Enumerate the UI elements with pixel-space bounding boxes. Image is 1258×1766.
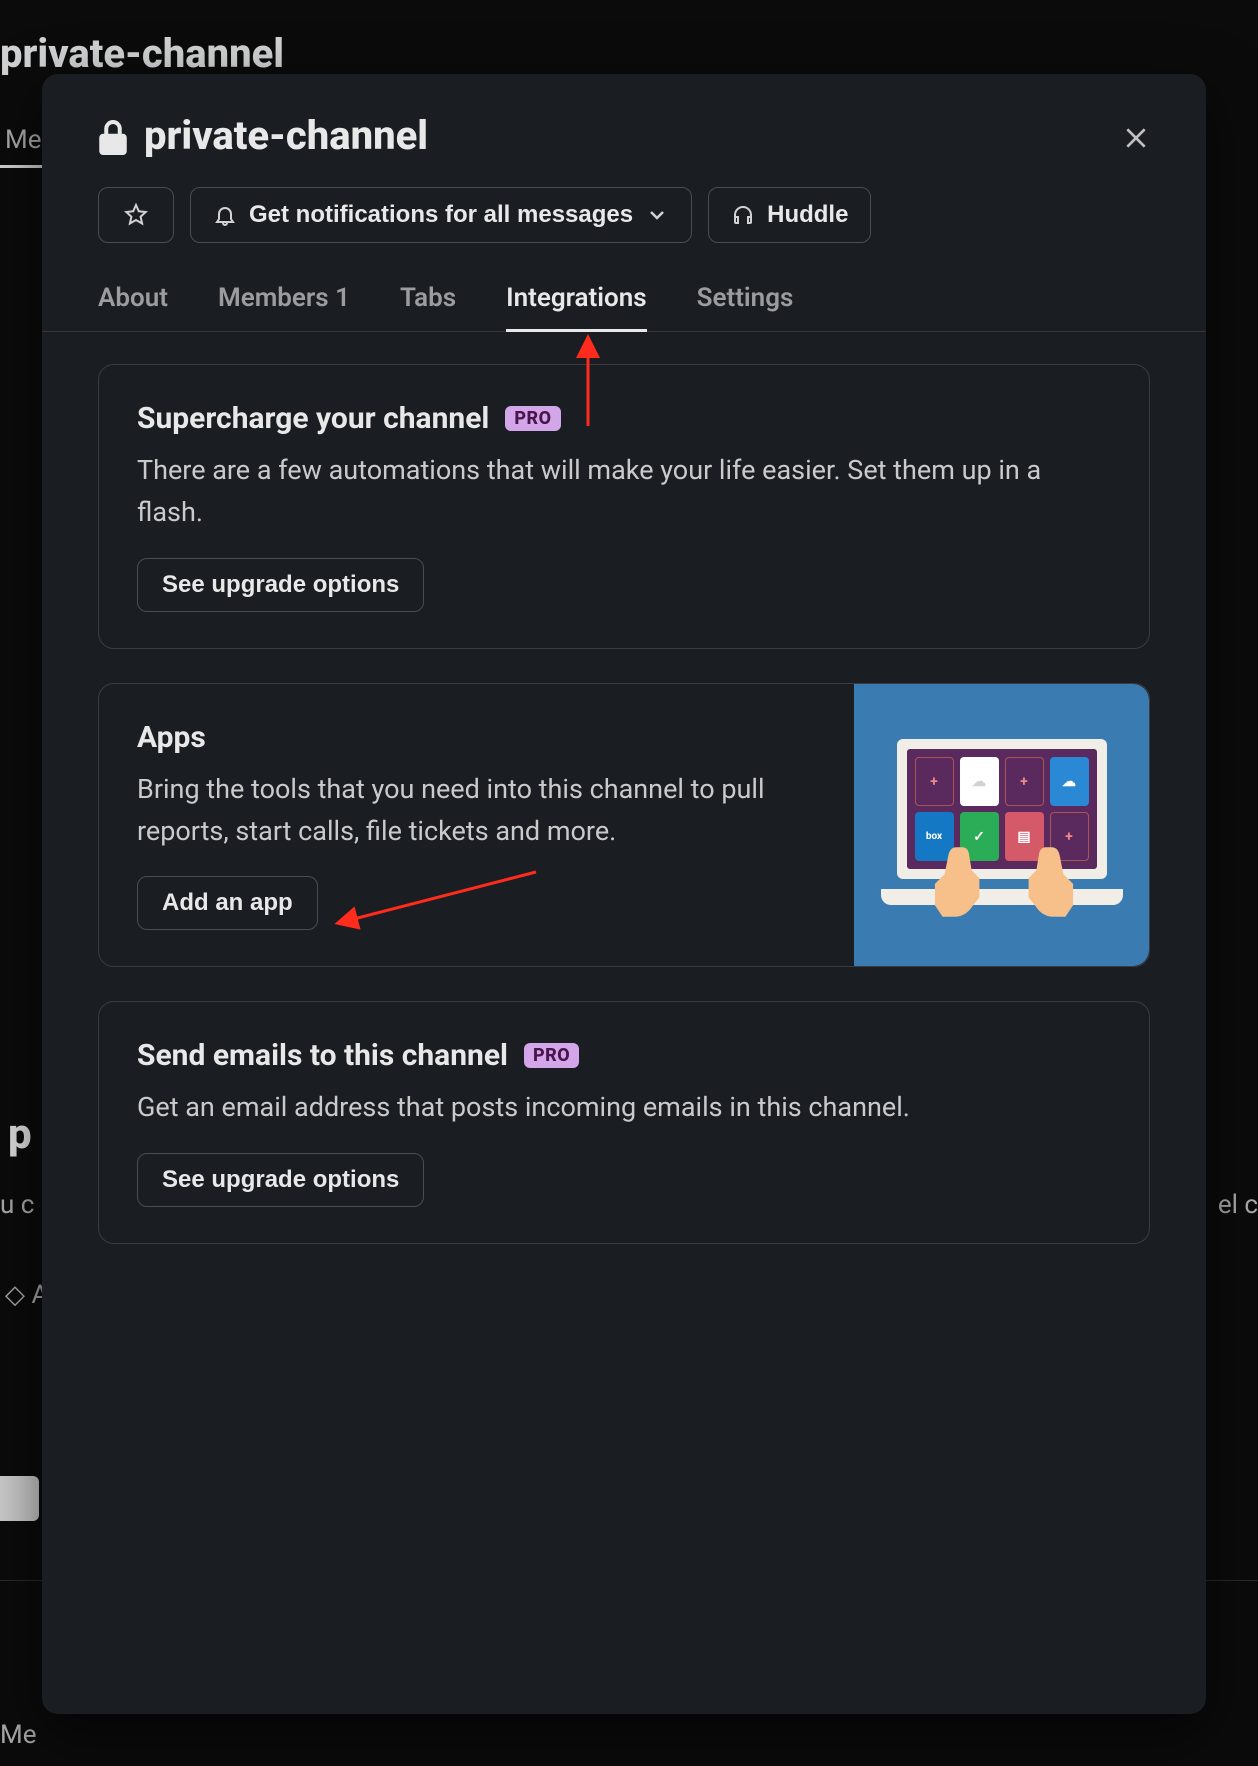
bg-text-frag: el c — [1218, 1190, 1258, 1220]
tab-tabs[interactable]: Tabs — [400, 283, 456, 331]
bg-text-frag: Me — [0, 1720, 37, 1750]
see-upgrade-options-button[interactable]: See upgrade options — [137, 558, 424, 612]
supercharge-card: Supercharge your channel PRO There are a… — [98, 364, 1150, 649]
bg-tab-underline — [0, 165, 45, 168]
tab-about[interactable]: About — [98, 283, 168, 331]
modal-title-text: private-channel — [144, 112, 428, 159]
channel-details-modal: private-channel Get notifications for al… — [42, 74, 1206, 1714]
apps-card: Apps Bring the tools that you need into … — [98, 683, 1150, 968]
bell-icon — [213, 203, 237, 227]
actions-row: Get notifications for all messages Huddl… — [98, 187, 1150, 243]
huddle-button[interactable]: Huddle — [708, 187, 871, 243]
pro-badge: PRO — [524, 1043, 579, 1068]
supercharge-body: There are a few automations that will ma… — [137, 450, 1057, 534]
huddle-label: Huddle — [767, 201, 848, 229]
add-an-app-button[interactable]: Add an app — [137, 876, 318, 930]
bg-tab: Me — [5, 125, 42, 155]
pro-badge: PRO — [505, 406, 560, 431]
tab-settings[interactable]: Settings — [697, 283, 794, 331]
chevron-down-icon — [645, 203, 669, 227]
bg-channel-name: private-channel — [0, 30, 284, 77]
modal-title: private-channel — [98, 112, 1150, 159]
see-upgrade-options-button[interactable]: See upgrade options — [137, 1153, 424, 1207]
headphones-icon — [731, 203, 755, 227]
supercharge-title: Supercharge your channel — [137, 401, 489, 436]
emails-title: Send emails to this channel — [137, 1038, 508, 1073]
tab-members[interactable]: Members 1 — [218, 283, 350, 331]
modal-body: Supercharge your channel PRO There are a… — [42, 332, 1206, 1276]
notifications-dropdown[interactable]: Get notifications for all messages — [190, 187, 692, 243]
close-button[interactable] — [1112, 114, 1160, 162]
emails-card: Send emails to this channel PRO Get an e… — [98, 1001, 1150, 1244]
modal-header: private-channel Get notifications for al… — [42, 74, 1206, 243]
lock-icon — [98, 118, 128, 154]
star-button[interactable] — [98, 187, 174, 243]
notifications-label: Get notifications for all messages — [249, 201, 633, 229]
bg-text-frag: p — [8, 1110, 32, 1159]
bg-avatar — [0, 1476, 39, 1521]
modal-tabs: About Members 1 Tabs Integrations Settin… — [42, 283, 1206, 332]
apps-body: Bring the tools that you need into this … — [137, 769, 797, 853]
bg-text-frag: u c — [0, 1190, 34, 1220]
apps-illustration: + ☁ + ☁ box ✓ ▤ + — [854, 684, 1149, 967]
emails-body: Get an email address that posts incoming… — [137, 1087, 1057, 1129]
star-icon — [124, 203, 148, 227]
tab-integrations[interactable]: Integrations — [506, 283, 647, 331]
apps-title: Apps — [137, 720, 206, 755]
